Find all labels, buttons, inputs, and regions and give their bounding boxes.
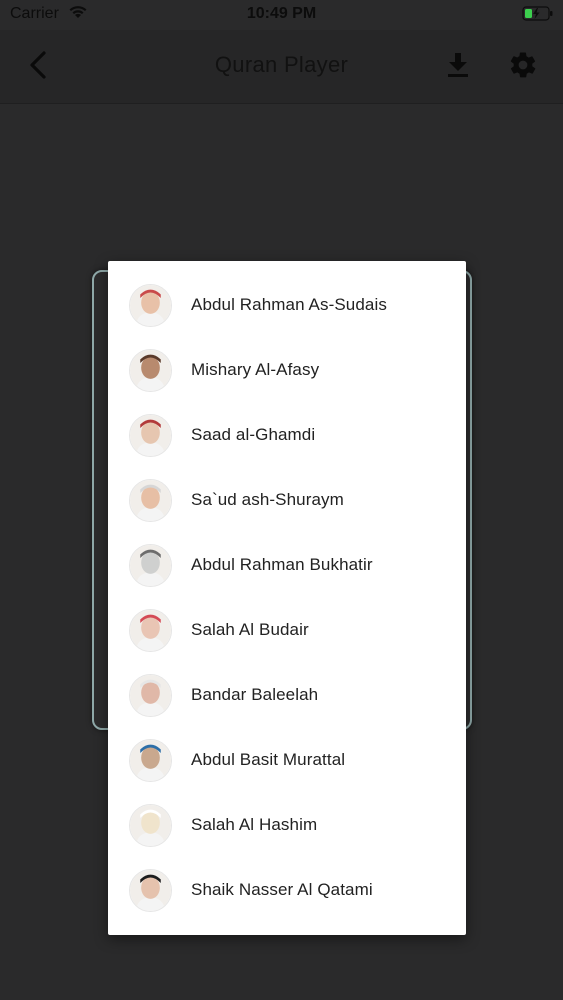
- status-time: 10:49 PM: [246, 5, 317, 22]
- reciter-name: Salah Al Hashim: [191, 815, 318, 834]
- status-bar: Carrier 10:49 PM: [0, 0, 563, 30]
- download-icon[interactable]: [446, 52, 470, 78]
- person-photo-icon: [130, 870, 171, 911]
- page-title: Quran Player: [214, 52, 349, 77]
- reciter-avatar: [129, 349, 172, 392]
- reciter-list-item[interactable]: Salah Al Hashim: [108, 793, 466, 858]
- reciter-avatar: [129, 609, 172, 652]
- reciter-name: Mishary Al-Afasy: [191, 360, 320, 379]
- reciter-list-item[interactable]: Sa`ud ash-Shuraym: [108, 468, 466, 533]
- reciter-name: Bandar Baleelah: [191, 685, 319, 704]
- person-photo-icon: [130, 805, 171, 846]
- reciter-name: Abdul Basit Murattal: [191, 750, 346, 769]
- person-photo-icon: [130, 545, 171, 586]
- reciter-list-item[interactable]: Abdul Basit Murattal: [108, 728, 466, 793]
- reciter-list-item[interactable]: Shaik Nasser Al Qatami: [108, 858, 466, 923]
- person-photo-icon: [130, 675, 171, 716]
- reciter-avatar: [129, 284, 172, 327]
- reciter-name: Saad al-Ghamdi: [191, 425, 316, 444]
- reciter-list-item[interactable]: Salah Al Budair: [108, 598, 466, 663]
- reciter-name: Abdul Rahman Bukhatir: [191, 555, 373, 574]
- reciter-list-item[interactable]: Abdul Rahman As-Sudais: [108, 273, 466, 338]
- reciter-avatar: [129, 804, 172, 847]
- reciter-name: Abdul Rahman As-Sudais: [191, 295, 387, 314]
- navigation-bar: Quran Player: [0, 30, 563, 104]
- person-photo-icon: [130, 285, 171, 326]
- reciter-picker-popup: Abdul Rahman As-Sudais Mishary Al-Afasy Sa…: [108, 261, 466, 935]
- person-photo-icon: [130, 415, 171, 456]
- reciter-avatar: [129, 674, 172, 717]
- reciter-list-item[interactable]: Abdul Rahman Bukhatir: [108, 533, 466, 598]
- reciter-name: Salah Al Budair: [191, 620, 309, 639]
- reciter-avatar: [129, 544, 172, 587]
- reciter-avatar: [129, 479, 172, 522]
- gear-icon[interactable]: [508, 50, 538, 80]
- reciter-avatar: [129, 414, 172, 457]
- screen: Carrier 10:49 PM Quran Player Abdul Rahm…: [0, 0, 563, 1000]
- person-photo-icon: [130, 610, 171, 651]
- reciter-list-item[interactable]: Saad al-Ghamdi: [108, 403, 466, 468]
- reciter-list-item[interactable]: Mishary Al-Afasy: [108, 338, 466, 403]
- reciter-list-item[interactable]: Bandar Baleelah: [108, 663, 466, 728]
- reciter-avatar: [129, 869, 172, 912]
- person-photo-icon: [130, 350, 171, 391]
- reciter-name: Sa`ud ash-Shuraym: [191, 490, 344, 509]
- battery-charging-icon: [522, 6, 553, 21]
- person-photo-icon: [130, 480, 171, 521]
- person-photo-icon: [130, 740, 171, 781]
- reciter-name: Shaik Nasser Al Qatami: [191, 880, 373, 899]
- reciter-avatar: [129, 739, 172, 782]
